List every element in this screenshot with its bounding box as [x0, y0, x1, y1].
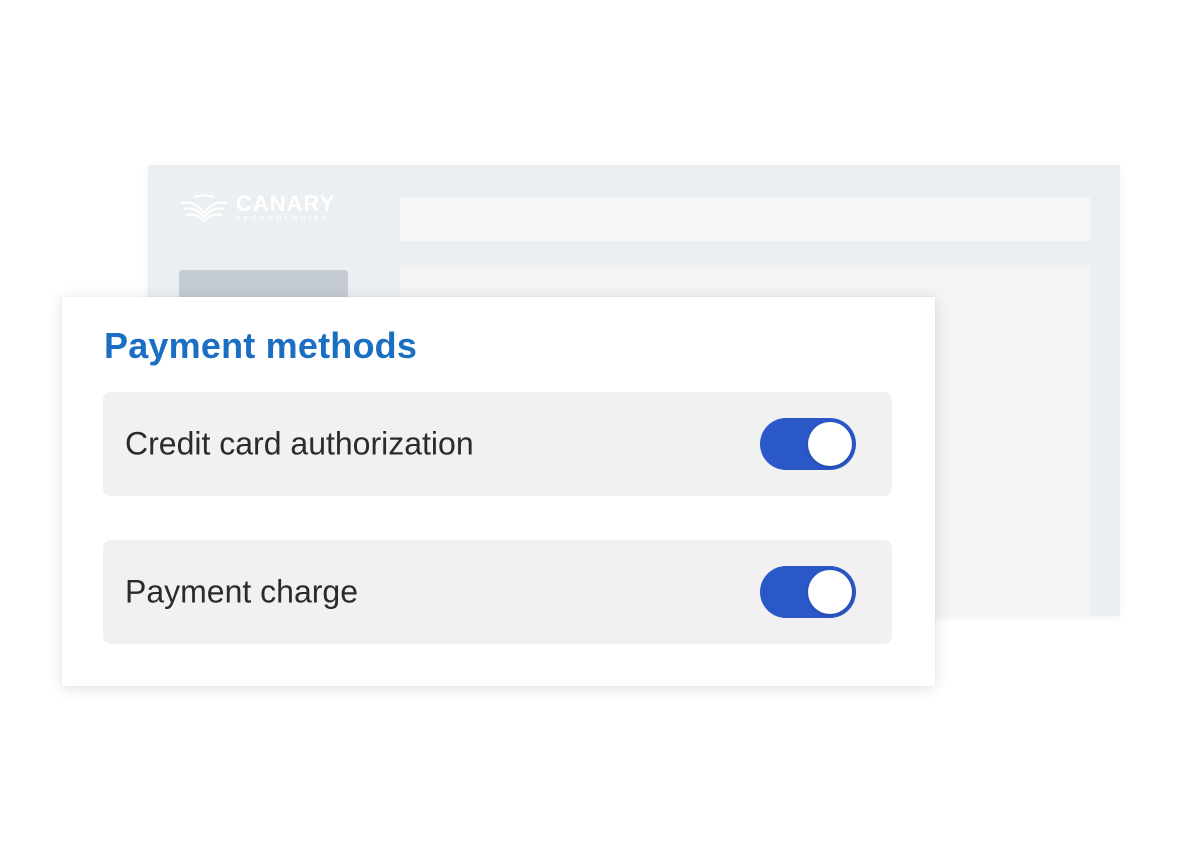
brand-logo: CANARY TECHNOLOGIES [180, 191, 335, 225]
setting-row-payment-charge: Payment charge [103, 540, 892, 644]
canary-wing-icon [181, 194, 227, 222]
setting-label: Credit card authorization [125, 425, 474, 462]
toggle-knob [808, 570, 852, 614]
background-top-bar [400, 197, 1090, 241]
brand-subtitle: TECHNOLOGIES [236, 216, 331, 223]
card-title: Payment methods [104, 325, 418, 366]
payment-methods-card: Payment methods Credit card authorizatio… [62, 297, 935, 686]
credit-card-authorization-toggle[interactable] [760, 418, 856, 470]
stage: CANARY TECHNOLOGIES Payment methods Cred… [0, 0, 1180, 850]
setting-label: Payment charge [125, 573, 359, 610]
toggle-knob [808, 422, 852, 466]
setting-row-credit-card-authorization: Credit card authorization [103, 392, 892, 496]
brand-name: CANARY [236, 191, 336, 216]
payment-charge-toggle[interactable] [760, 566, 856, 618]
